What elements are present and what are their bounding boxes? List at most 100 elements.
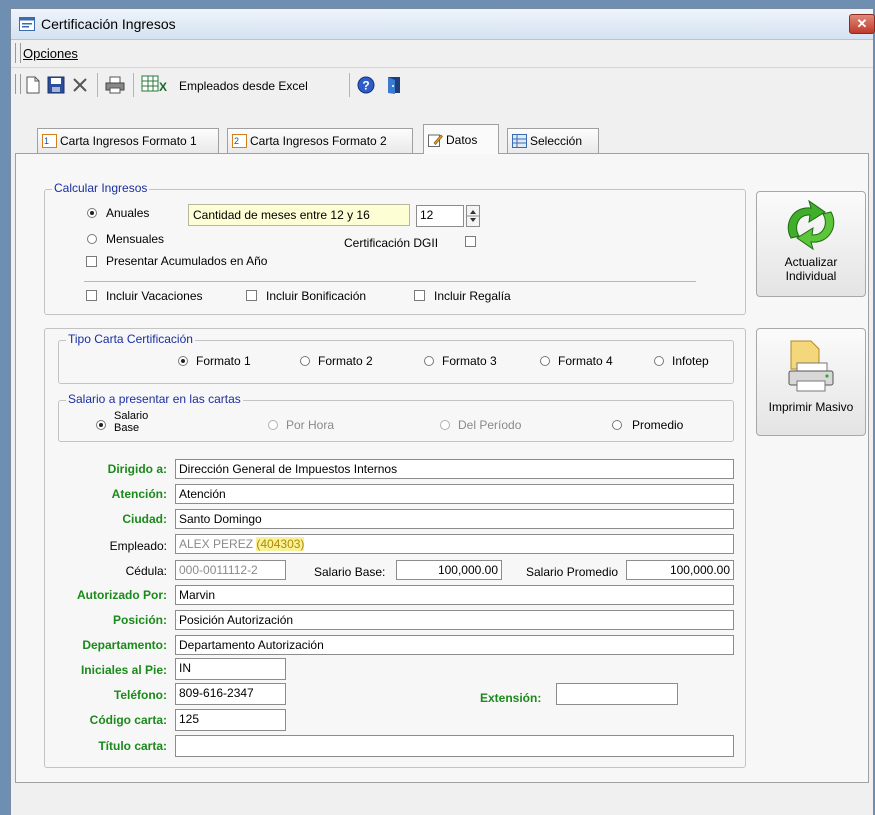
formato-4-radio[interactable] <box>540 356 550 366</box>
codigo-carta-input[interactable]: 125 <box>175 709 286 731</box>
salario-promedio-input[interactable]: 100,000.00 <box>626 560 734 580</box>
close-icon: ✕ <box>856 16 868 31</box>
salario-base-input[interactable]: 100,000.00 <box>396 560 502 580</box>
autorizado-input[interactable]: Marvin <box>175 585 734 605</box>
titulo-carta-input[interactable] <box>175 735 734 757</box>
mensuales-label: Mensuales <box>106 232 165 246</box>
tab-datos[interactable]: Datos <box>423 124 499 154</box>
formato-3-radio[interactable] <box>424 356 434 366</box>
titulo-carta-label: Título carta: <box>98 739 167 753</box>
posicion-input[interactable]: Posición Autorización <box>175 610 734 630</box>
regalia-checkbox[interactable] <box>414 290 425 301</box>
tipo-carta-group <box>58 340 734 384</box>
bonificacion-label: Incluir Bonificación <box>266 289 367 303</box>
app-form-icon <box>19 17 35 31</box>
bonificacion-checkbox[interactable] <box>246 290 257 301</box>
refresh-arrows-icon <box>787 199 835 251</box>
promedio-radio[interactable] <box>612 420 622 430</box>
empleado-code: (404303) <box>256 537 305 551</box>
empleado-label: Empleado: <box>109 539 167 553</box>
meses-input[interactable]: 12 <box>416 205 464 227</box>
calcular-ingresos-legend: Calcular Ingresos <box>52 181 150 195</box>
tipo-carta-legend: Tipo Carta Certificación <box>66 332 195 346</box>
menu-opciones[interactable]: Opciones <box>23 46 78 61</box>
exit-door-icon[interactable] <box>385 76 403 94</box>
cedula-input[interactable]: 000-0011112-2 <box>175 560 286 580</box>
title-bar[interactable]: Certificación Ingresos ✕ <box>11 9 875 40</box>
anuales-radio[interactable] <box>87 208 97 218</box>
del-periodo-radio[interactable] <box>440 420 450 430</box>
svg-text:?: ? <box>362 79 369 93</box>
acumulados-checkbox[interactable] <box>86 256 97 267</box>
excel-import-label[interactable]: Empleados desde Excel <box>179 79 308 93</box>
menu-bar: Opciones <box>11 40 873 66</box>
save-icon[interactable] <box>47 76 65 94</box>
meses-spinner[interactable] <box>466 205 480 227</box>
departamento-input[interactable]: Departamento Autorización <box>175 635 734 655</box>
ciudad-input[interactable]: Santo Domingo <box>175 509 734 529</box>
regalia-label: Incluir Regalía <box>434 289 511 303</box>
iniciales-input[interactable]: IN <box>175 658 286 680</box>
infotep-radio[interactable] <box>654 356 664 366</box>
svg-text:2: 2 <box>234 136 239 146</box>
por-hora-radio[interactable] <box>268 420 278 430</box>
excel-import-icon[interactable]: X <box>141 75 175 95</box>
tab-label: Selección <box>530 134 583 148</box>
dirigido-input[interactable]: Dirección General de Impuestos Internos <box>175 459 734 479</box>
tab-label: Carta Ingresos Formato 2 <box>250 134 387 148</box>
spinner-arrows-icon <box>467 210 479 222</box>
divider <box>84 281 696 282</box>
toolbar: X Empleados desde Excel ? <box>11 67 873 102</box>
toolbar-separator <box>97 73 98 97</box>
mensuales-radio[interactable] <box>87 234 97 244</box>
actualizar-individual-button[interactable]: Actualizar Individual <box>756 191 866 297</box>
salario-base-label: Salario Base <box>114 410 148 435</box>
codigo-carta-label: Código carta: <box>89 713 167 727</box>
printer-icon <box>788 340 834 392</box>
tab-carta-formato-2[interactable]: 2 Carta Ingresos Formato 2 <box>227 128 413 153</box>
imprimir-masivo-button[interactable]: Imprimir Masivo <box>756 328 866 436</box>
salario-base-field-label: Salario Base: <box>314 565 386 579</box>
toolbar-separator <box>133 73 134 97</box>
salario-base-radio[interactable] <box>96 420 106 430</box>
menu-grip <box>15 43 21 63</box>
tab-seleccion[interactable]: Selección <box>507 128 599 153</box>
certificacion-dgii-checkbox[interactable] <box>465 236 476 247</box>
acumulados-label: Presentar Acumulados en Año <box>106 254 268 268</box>
extension-input[interactable] <box>556 683 678 705</box>
atencion-input[interactable]: Atención <box>175 484 734 504</box>
actualizar-line2: Individual <box>785 269 837 283</box>
formato-2-label: Formato 2 <box>318 354 373 368</box>
anuales-label: Anuales <box>106 206 150 220</box>
formato-4-label: Formato 4 <box>558 354 613 368</box>
meses-hint: Cantidad de meses entre 12 y 16 <box>188 204 410 226</box>
new-document-icon[interactable] <box>25 76 41 94</box>
departamento-label: Departamento: <box>82 638 167 652</box>
vacaciones-checkbox[interactable] <box>86 290 97 301</box>
toolbar-grip <box>15 74 21 94</box>
tab-carta-formato-1[interactable]: 1 Carta Ingresos Formato 1 <box>37 128 219 153</box>
help-icon[interactable]: ? <box>357 76 375 94</box>
tab-label: Datos <box>446 132 478 147</box>
edit-document-icon <box>428 133 443 147</box>
iniciales-label: Iniciales al Pie: <box>80 663 167 677</box>
autorizado-label: Autorizado Por: <box>77 588 167 602</box>
salario-promedio-label: Salario Promedio <box>526 565 619 579</box>
telefono-input[interactable]: 809-616-2347 <box>175 683 286 705</box>
toolbar-separator <box>349 73 350 97</box>
empleado-name: ALEX PEREZ <box>179 537 257 551</box>
print-icon[interactable] <box>105 76 125 94</box>
vacaciones-label: Incluir Vacaciones <box>106 289 203 303</box>
formato-2-radio[interactable] <box>300 356 310 366</box>
svg-text:1: 1 <box>44 136 49 146</box>
close-button[interactable]: ✕ <box>849 14 875 34</box>
formato-1-radio[interactable] <box>178 356 188 366</box>
dirigido-label: Dirigido a: <box>107 462 167 476</box>
salario-legend: Salario a presentar en las cartas <box>66 392 243 406</box>
delete-icon[interactable] <box>71 76 89 94</box>
empleado-input[interactable]: ALEX PEREZ (404303) <box>175 534 734 554</box>
certificacion-dgii-label: Certificación DGII <box>344 236 439 250</box>
salario-base-line2: Base <box>114 422 140 434</box>
selection-grid-icon <box>512 134 527 148</box>
actualizar-line1: Actualizar <box>784 255 838 269</box>
